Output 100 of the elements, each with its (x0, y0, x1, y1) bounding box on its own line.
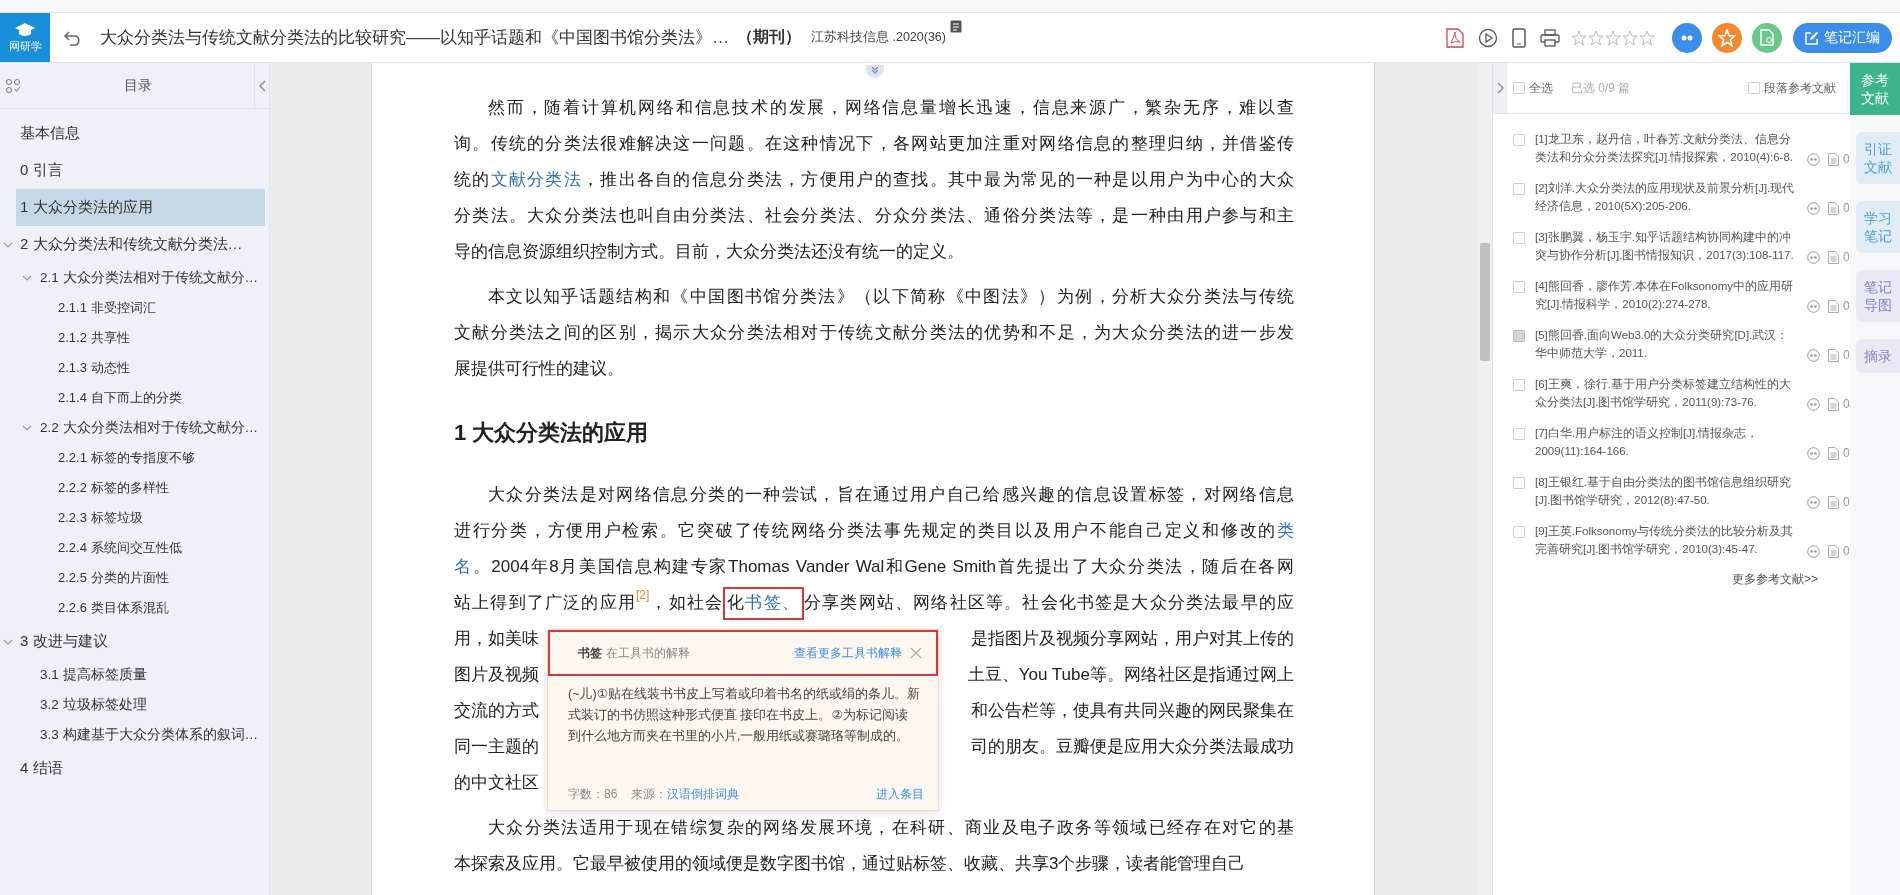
toc-item[interactable]: 2.1.2 共享性 (0, 323, 269, 353)
toc-item[interactable]: 2.1.4 自下而上的分类 (0, 383, 269, 413)
reference-checkbox[interactable] (1513, 379, 1525, 391)
toc-item[interactable]: 2.2.3 标签垃圾 (0, 503, 269, 533)
note-count: 0 (1843, 201, 1850, 215)
paragraph-references-checkbox[interactable]: 段落参考文献 (1748, 79, 1836, 97)
toc-item[interactable]: 2.2.4 系统间交互性低 (0, 533, 269, 563)
text-link[interactable]: 书签、 (745, 593, 801, 612)
toc-item[interactable]: 3.3 构建基于大众分类体系的叙词… (0, 720, 269, 750)
chevron-icon[interactable] (22, 423, 32, 433)
note-count: 0 (1843, 495, 1850, 509)
quote-button[interactable] (1672, 22, 1702, 53)
source-text: 江苏科技信息 .2020(36) (811, 29, 946, 46)
toc-item[interactable]: 2.2.1 标签的专指度不够 (0, 443, 269, 473)
word-count: 字数：86 (568, 786, 618, 803)
play-icon[interactable] (1478, 27, 1498, 48)
toc-item[interactable]: 2.1.1 非受控词汇 (0, 293, 269, 323)
favorite-button[interactable] (1712, 22, 1742, 53)
reference-text[interactable]: [6]王爽，徐行.基于用户分类标签建立结构性的大众分类法[J].图书馆学研究，2011(9):73-76. (1535, 375, 1797, 411)
toc-item[interactable]: 2.2.2 标签的多样性 (0, 473, 269, 503)
reference-checkbox[interactable] (1513, 428, 1525, 440)
double-chevron-icon[interactable] (866, 65, 884, 79)
pdf-icon[interactable] (1446, 27, 1464, 48)
section-heading: 1 大众分类法的应用 (454, 419, 650, 447)
toc-item[interactable]: 2.2.6 类目体系混乱 (0, 593, 269, 623)
note-icon[interactable] (1828, 495, 1839, 509)
toc-item[interactable]: 2.1.3 动态性 (0, 353, 269, 383)
reference-checkbox[interactable] (1513, 281, 1525, 293)
quote-icon[interactable] (1807, 397, 1820, 411)
more-references-link[interactable]: 更多参考文献>> (1513, 571, 1834, 588)
note-count: 0 (1843, 152, 1850, 166)
text-link[interactable]: 类 (1277, 521, 1294, 540)
toc-item[interactable]: 3 改进与建议 (0, 623, 269, 660)
note-icon[interactable] (1828, 201, 1839, 215)
note-icon[interactable] (1828, 250, 1839, 264)
reference-text[interactable]: [1]龙卫东，赵丹信，叶春芳.文献分类法、信息分类法和分众分类法探究[J].情报探索，2010(4):6-8. (1535, 130, 1797, 166)
star-rating[interactable] (1571, 29, 1655, 46)
reference-checkbox[interactable] (1513, 134, 1525, 146)
note-count: 0 (1843, 397, 1850, 411)
note-icon[interactable] (1828, 446, 1839, 460)
print-icon[interactable] (1540, 28, 1560, 47)
quote-icon[interactable] (1807, 446, 1820, 460)
note-icon[interactable] (1828, 544, 1839, 558)
scrollbar[interactable] (1478, 63, 1492, 895)
toc-item[interactable]: 基本信息 (0, 115, 269, 152)
note-icon[interactable] (1828, 348, 1839, 362)
toc-item[interactable]: 4 结语 (0, 750, 269, 787)
reference-checkbox[interactable] (1513, 526, 1525, 538)
close-icon[interactable] (910, 647, 922, 659)
star-icon[interactable] (1622, 29, 1638, 46)
toc-item[interactable]: 2.2.5 分类的片面性 (0, 563, 269, 593)
note-count: 0 (1843, 348, 1850, 362)
clipboard-icon[interactable] (950, 19, 962, 33)
expand-button[interactable] (1493, 63, 1507, 113)
toc-item[interactable]: 3.1 提高标签质量 (0, 660, 269, 690)
toc-item[interactable]: 2.1 大众分类法相对于传统文献分… (0, 263, 269, 293)
toc-item[interactable]: 2 大众分类法和传统文献分类法… (0, 226, 269, 263)
note-count: 0 (1843, 446, 1850, 460)
chevron-right-icon (1496, 82, 1504, 94)
reference-text[interactable]: [4]熊回香，廖作芳.本体在Folksonomy中的应用研究[J].情报科学，2010(2):274-278. (1535, 277, 1797, 313)
document-button[interactable] (1752, 22, 1782, 53)
star-icon[interactable] (1639, 29, 1655, 46)
toc-item[interactable]: 2.2 大众分类法相对于传统文献分… (0, 413, 269, 443)
chevron-icon[interactable] (22, 273, 32, 283)
popup-subtitle: 在工具书的解释 (606, 644, 691, 662)
quote-icon[interactable] (1807, 299, 1820, 313)
grid-icon[interactable] (5, 77, 21, 94)
phone-icon[interactable] (1512, 27, 1526, 48)
toc-item[interactable]: 3.2 垃圾标签处理 (0, 690, 269, 720)
undo-icon[interactable] (64, 29, 82, 46)
quote-icon[interactable] (1807, 201, 1820, 215)
chevron-left-icon (258, 79, 266, 92)
reference-text[interactable]: [2]刘洋.大众分类法的应用现状及前景分析[J].现代经济信息，2010(5X):205-206. (1535, 179, 1797, 215)
select-all-checkbox[interactable]: 全选 (1513, 79, 1553, 97)
note-icon[interactable] (1828, 299, 1839, 313)
reference-checkbox[interactable] (1513, 477, 1525, 489)
reference-text[interactable]: [9]王英.Folksonomy与传统分类法的比较分析及其完善研究[J].图书馆学研究，2010(3):45-47. (1535, 522, 1797, 558)
reference-checkbox[interactable] (1513, 232, 1525, 244)
quote-icon[interactable] (1807, 348, 1820, 362)
quote-icon[interactable] (1807, 152, 1820, 166)
edit-icon (1805, 30, 1819, 45)
toc-item[interactable]: 0 引言 (0, 152, 269, 189)
reference-text[interactable]: [8]王银红.基于自由分类法的图书馆信息组织研究[J].图书馆学研究，2012(8):47-50. (1535, 473, 1797, 509)
app-logo[interactable]: 网研学 (0, 13, 50, 62)
note-icon[interactable] (1828, 152, 1839, 166)
reference-text[interactable]: [3]张鹏翼，杨玉宇.知乎话题结构协同构建中的冲突与协作分析[J].图书情报知识，2017(3):108-117. (1535, 228, 1797, 264)
star-icon[interactable] (1605, 29, 1621, 46)
quote-icon[interactable] (1807, 544, 1820, 558)
star-icon[interactable] (1571, 29, 1587, 46)
note-icon[interactable] (1828, 397, 1839, 411)
quote-icon (1680, 33, 1694, 42)
reference-text[interactable]: [7]白华.用户标注的语义控制[J].情报杂志，2009(11):164-166. (1535, 424, 1797, 460)
quote-icon[interactable] (1807, 250, 1820, 264)
popup-definition: (~儿)①贴在线装书书皮上写着或印着书名的纸或绢的条儿。新式装订的书仿照这种形式便直 接印在书皮上。②为标记阅读到什么地方而夹在书里的小片,一般用纸或赛璐珞等制成的。 (567, 686, 921, 745)
reference-checkbox[interactable] (1513, 183, 1525, 195)
text-link[interactable]: 文献分类法 (490, 170, 583, 189)
star-icon[interactable] (1588, 29, 1604, 46)
type-tag: （期刊） (737, 27, 801, 48)
text-link[interactable]: 名 (454, 557, 473, 576)
quote-icon[interactable] (1807, 495, 1820, 509)
